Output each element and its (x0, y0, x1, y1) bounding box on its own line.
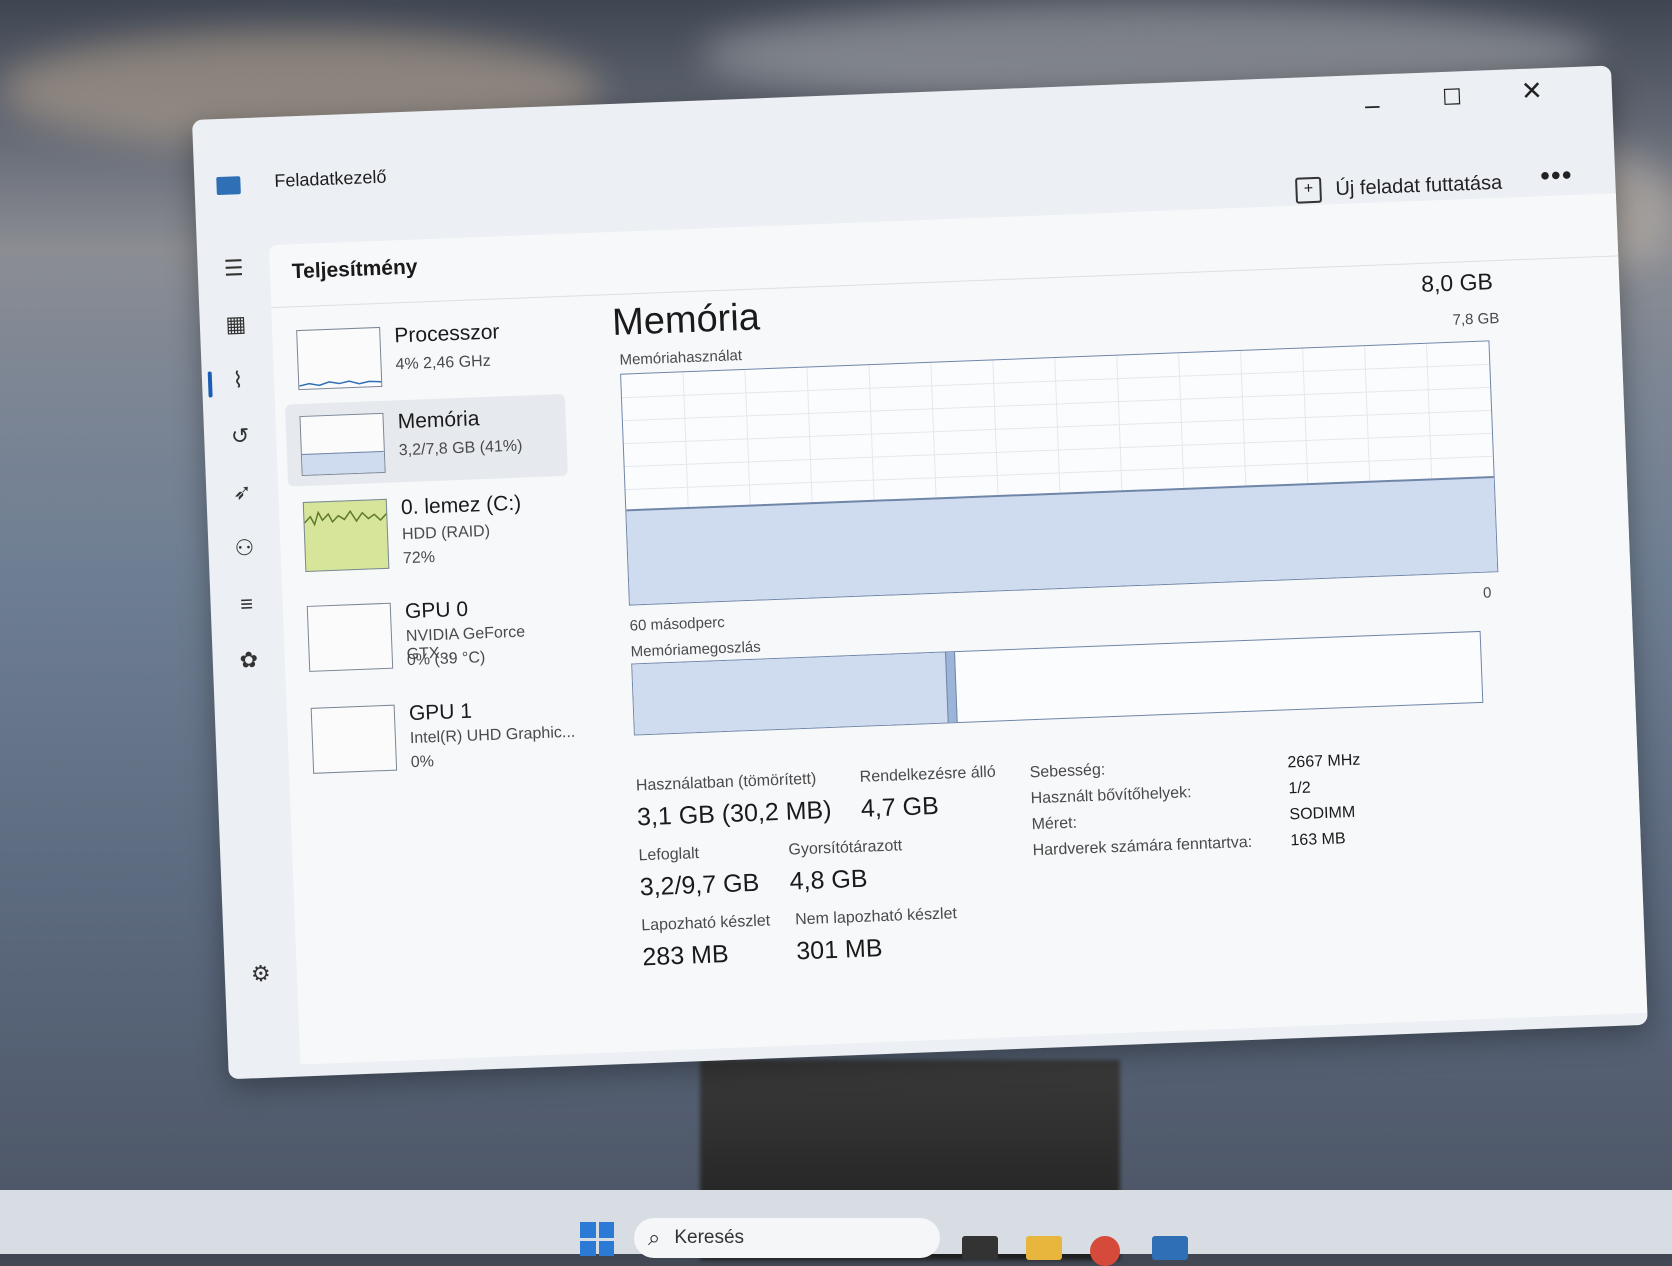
composition-label: Memóriamegoszlás (630, 638, 762, 661)
memory-thumbnail (299, 412, 386, 477)
committed-value: 3,2/9,7 GB (639, 868, 760, 902)
cached-value: 4,8 GB (789, 864, 868, 896)
tile-detail: 3,2/7,8 GB (41%) (398, 437, 523, 460)
processes-icon[interactable]: ▦ (221, 310, 250, 339)
slots-used-value: 1/2 (1288, 779, 1312, 798)
maximize-button[interactable]: ☐ (1421, 76, 1482, 118)
cpu-thumbnail (296, 326, 383, 391)
tile-disk[interactable]: 0. lemez (C:) HDD (RAID) 72% (288, 480, 571, 587)
file-explorer-icon[interactable] (1026, 1236, 1062, 1260)
memory-total: 8,0 GB (1420, 268, 1494, 297)
tile-gpu0[interactable]: GPU 0 NVIDIA GeForce GTX... 0% (39 °C) (292, 584, 575, 689)
tile-name: 0. lemez (C:) (400, 491, 522, 520)
composition-in-use (632, 652, 948, 735)
window-title: Feladatkezelő (274, 166, 387, 191)
cpu-mini-graph (299, 380, 383, 387)
hardware-reserved-label: Hardverek számára fenntartva: (1032, 833, 1253, 860)
details-icon[interactable]: ≡ (232, 590, 261, 619)
chart-max-label: 7,8 GB (1452, 309, 1500, 329)
run-new-task-label: Új feladat futtatása (1335, 171, 1503, 200)
performance-panel: Teljesítmény Processzor 4% 2,46 GHz Memó… (268, 193, 1648, 1065)
taskbar-search[interactable]: ⌕ Keresés (634, 1218, 940, 1258)
time-axis-label: 60 másodperc (629, 613, 726, 635)
memory-title: Memória (611, 296, 761, 345)
available-label: Rendelkezésre álló (859, 763, 997, 786)
task-manager-taskbar-icon[interactable] (1152, 1236, 1188, 1260)
chrome-icon[interactable] (1090, 1236, 1120, 1266)
committed-label: Lefoglalt (638, 845, 700, 865)
in-use-label: Használatban (tömörített) (635, 770, 817, 795)
paged-pool-label: Lapozható készlet (640, 912, 771, 935)
tile-usage: 0% (410, 753, 435, 772)
tile-name: GPU 1 (408, 699, 473, 726)
tile-detail: HDD (RAID) (401, 522, 491, 544)
search-icon: ⌕ (648, 1225, 661, 1250)
close-button[interactable]: ✕ (1501, 69, 1562, 111)
nonpaged-pool-label: Nem lapozható készlet (794, 905, 958, 929)
app-history-icon[interactable]: ↺ (226, 422, 255, 451)
search-placeholder: Keresés (674, 1227, 745, 1248)
nav-active-indicator (207, 371, 213, 398)
paged-pool-value: 283 MB (641, 940, 730, 972)
tile-usage: 72% (402, 549, 436, 568)
settings-icon[interactable]: ⚙ (246, 959, 275, 988)
memory-mini-fill (301, 450, 385, 476)
composition-modified (944, 652, 958, 723)
slots-used-label: Használt bővítőhelyek: (1030, 784, 1192, 808)
speed-label: Sebesség: (1029, 761, 1106, 782)
new-task-icon: + (1295, 176, 1323, 204)
start-button[interactable] (580, 1222, 614, 1256)
usage-chart-label: Memóriahasználat (619, 347, 743, 369)
page-title: Teljesítmény (291, 255, 418, 284)
disk-thumbnail (302, 498, 390, 572)
form-factor-label: Méret: (1031, 814, 1078, 834)
gpu0-thumbnail (306, 602, 394, 672)
tile-cpu[interactable]: Processzor 4% 2,46 GHz (282, 308, 565, 401)
memory-usage-graph (621, 343, 1498, 605)
disk-mini-graph (304, 509, 389, 527)
gpu1-thumbnail (310, 704, 398, 774)
task-manager-window: Feladatkezelő – ☐ ✕ + Új feladat futtatá… (192, 65, 1648, 1080)
hardware-reserved-value: 163 MB (1290, 830, 1346, 850)
taskbar-app-icon[interactable] (962, 1236, 998, 1260)
hamburger-menu-icon[interactable]: ☰ (219, 254, 248, 283)
services-icon[interactable]: ✿ (234, 646, 263, 675)
cached-label: Gyorsítótárazott (788, 837, 903, 859)
performance-icon[interactable]: ⌇ (224, 366, 253, 395)
tile-usage: 0% (39 °C) (406, 649, 486, 670)
more-options-button[interactable]: ••• (1540, 159, 1574, 192)
minimize-button[interactable]: – (1342, 84, 1403, 126)
available-value: 4,7 GB (860, 791, 940, 823)
memory-usage-area (626, 476, 1498, 605)
tile-detail: 4% 2,46 GHz (395, 352, 491, 374)
startup-apps-icon[interactable]: ➶ (228, 478, 257, 507)
tile-name: GPU 0 (404, 597, 469, 624)
users-icon[interactable]: ⚇ (230, 534, 259, 563)
task-manager-app-icon (216, 176, 241, 196)
form-factor-value: SODIMM (1289, 803, 1356, 824)
tile-memory[interactable]: Memória 3,2/7,8 GB (41%) (284, 393, 568, 487)
in-use-value: 3,1 GB (30,2 MB) (636, 795, 833, 832)
tile-gpu1[interactable]: GPU 1 Intel(R) UHD Graphic... 0% (296, 686, 579, 791)
time-axis-zero: 0 (1482, 584, 1492, 602)
tile-name: Memória (397, 407, 480, 434)
nonpaged-pool-value: 301 MB (795, 934, 884, 966)
tile-detail: Intel(R) UHD Graphic... (409, 723, 576, 748)
header-divider (271, 255, 1619, 309)
speed-value: 2667 MHz (1287, 751, 1361, 772)
tile-name: Processzor (393, 320, 500, 348)
memory-usage-chart (620, 340, 1499, 606)
